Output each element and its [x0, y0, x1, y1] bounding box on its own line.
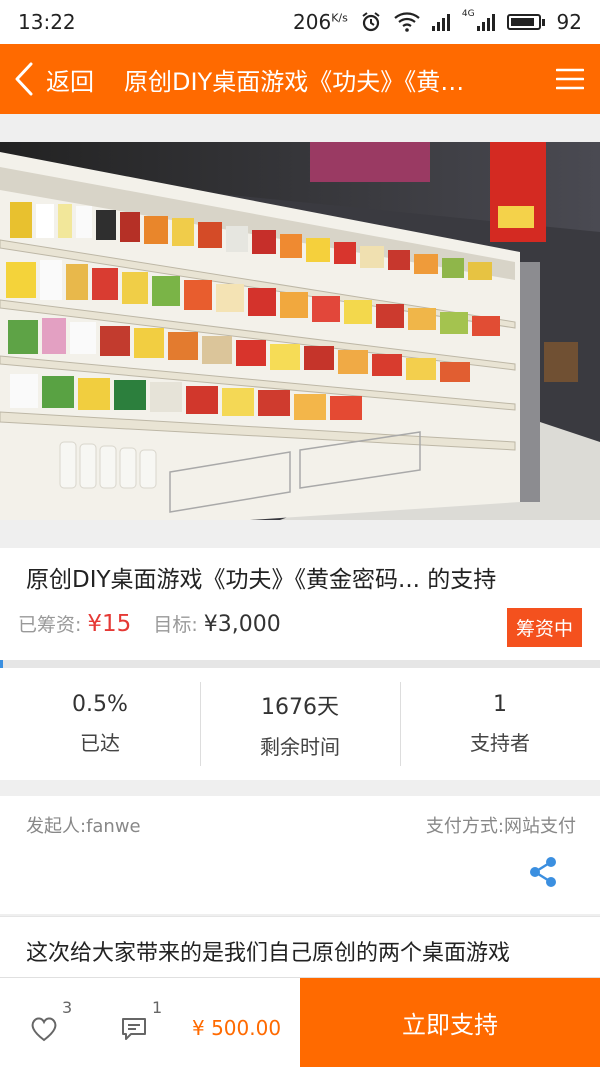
project-info-card: 原创DIY桌面游戏《功夫》《黄金密码... 的支持 已筹资: ¥15 目标: ¥… — [0, 548, 600, 660]
support-price: ¥ 500.00 — [192, 1016, 282, 1040]
page-title: 原创DIY桌面游戏《功夫》《黄… — [124, 67, 465, 96]
wifi-icon — [394, 12, 420, 32]
raised-label: 已筹资: — [18, 614, 82, 636]
like-count: 3 — [62, 998, 73, 1017]
back-label: 返回 — [46, 67, 94, 96]
chevron-left-icon — [15, 62, 33, 96]
stat-supporters: 1 支持者 — [400, 668, 600, 780]
funding-summary: 已筹资: ¥15 目标: ¥3,000 — [18, 610, 281, 637]
signal-icon-2 — [476, 13, 495, 31]
share-icon — [530, 857, 556, 887]
stat-label: 已达 — [80, 731, 120, 755]
stat-percent-reached: 0.5% 已达 — [0, 668, 200, 780]
comment-count: 1 — [152, 998, 163, 1017]
battery-icon — [506, 14, 545, 30]
raised-amount: ¥15 — [87, 611, 132, 637]
project-cover-image — [0, 142, 600, 520]
support-now-button[interactable]: 立即支持 — [300, 978, 600, 1067]
project-meta: 发起人:fanwe 支付方式:网站支付 — [0, 796, 600, 914]
initiator-text: 发起人:fanwe — [26, 816, 141, 837]
net-speed-unit: K/s — [331, 11, 348, 25]
stat-value: 0.5% — [72, 692, 128, 717]
project-description: 这次给大家带来的是我们自己原创的两个桌面游戏 — [0, 916, 600, 977]
top-app-bar: 返回 原创DIY桌面游戏《功夫》《黄… — [0, 44, 600, 114]
status-icons: 206K/s 4G 92 — [293, 9, 582, 35]
project-title: 原创DIY桌面游戏《功夫》《黄金密码... 的支持 — [26, 567, 497, 593]
bottom-bar-left: 3 1 ¥ 500.00 — [0, 978, 300, 1067]
comment-button[interactable] — [120, 1016, 148, 1046]
status-badge: 筹资中 — [506, 608, 582, 647]
stat-label: 支持者 — [470, 731, 530, 755]
status-bar: 13:22 206K/s 4G 92 — [0, 0, 600, 44]
like-button[interactable] — [30, 1016, 58, 1046]
funding-progress-fill — [0, 660, 3, 668]
menu-button[interactable] — [540, 68, 600, 90]
stat-value: 1 — [493, 692, 507, 717]
stat-label: 剩余时间 — [260, 734, 340, 759]
net-speed: 206K/s — [293, 10, 348, 34]
goal-label: 目标: — [153, 614, 198, 636]
supermarket-photo — [0, 142, 600, 520]
description-text: 这次给大家带来的是我们自己原创的两个桌面游戏 — [26, 941, 511, 966]
alarm-icon — [362, 12, 380, 32]
status-time: 13:22 — [18, 10, 76, 34]
heart-icon — [31, 1017, 57, 1042]
stat-time-remaining: 1676天 剩余时间 — [200, 668, 400, 780]
bottom-action-bar: 3 1 ¥ 500.00 立即支持 — [0, 977, 600, 1067]
stat-value: 1676天 — [261, 694, 339, 720]
funding-progress-bar — [0, 660, 600, 668]
share-button[interactable] — [528, 856, 558, 892]
signal-icon — [431, 13, 450, 31]
back-button[interactable]: 返回 — [0, 62, 124, 97]
network-type: 4G — [461, 9, 475, 19]
project-stats: 0.5% 已达 1676天 剩余时间 1 支持者 — [0, 668, 600, 780]
battery-level: 92 — [556, 10, 582, 34]
payment-method-text: 支付方式:网站支付 — [425, 816, 576, 837]
goal-amount: ¥3,000 — [203, 612, 281, 637]
comment-icon — [122, 1018, 146, 1040]
hamburger-menu-icon — [556, 68, 584, 90]
